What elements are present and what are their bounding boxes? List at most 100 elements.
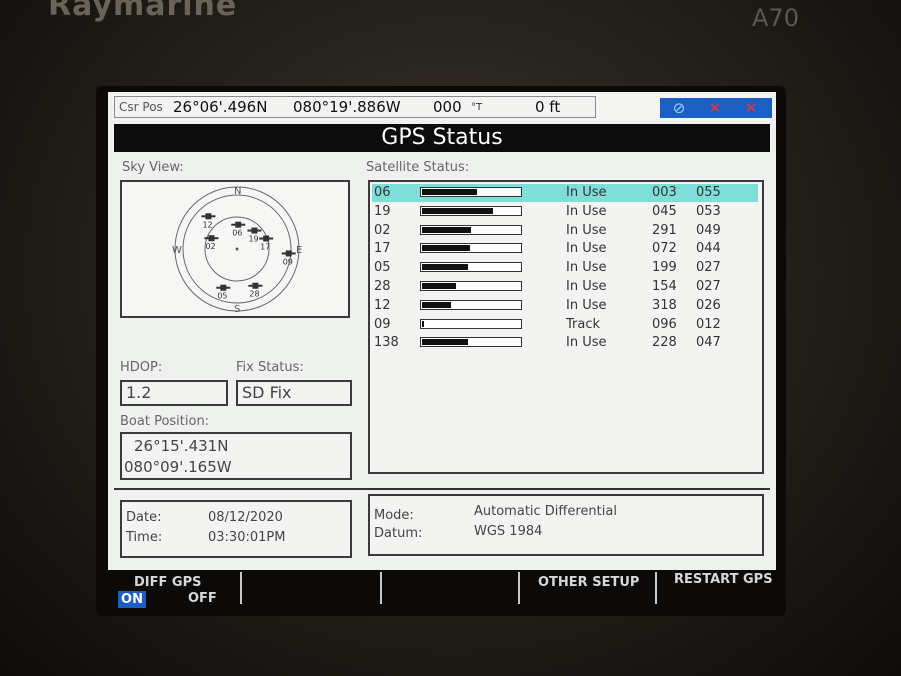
satellite-azimuth: 045 — [652, 203, 677, 219]
hdop-label: HDOP: — [120, 360, 163, 375]
softkey-separator — [518, 572, 520, 604]
sky-satellites: 12 06 1917 02 28 05 09 — [201, 213, 296, 301]
fix-status-label: Fix Status: — [236, 360, 304, 375]
signal-strength-fill — [422, 207, 493, 214]
sky-satellite: 28 — [248, 282, 263, 299]
satellite-status-table[interactable]: 06 In Use 003 055 19 In Use 045 053 02 In Use 291 0… — [368, 180, 764, 474]
satellite-prn: 12 — [374, 297, 391, 313]
date-label: Date: — [126, 510, 162, 525]
mode-label: Mode: — [374, 508, 414, 523]
sky-west: W — [172, 245, 182, 256]
satellite-elevation: 049 — [696, 222, 721, 238]
mode-value: Automatic Differential — [474, 504, 617, 519]
satellite-elevation: 012 — [696, 316, 721, 332]
brand-logo: Raymarine — [48, 0, 238, 23]
satellite-status: In Use — [566, 203, 607, 219]
softkey-separator — [655, 572, 657, 604]
sky-north: N — [234, 186, 241, 197]
satellite-prn: 138 — [374, 335, 399, 351]
signal-strength-fill — [422, 189, 477, 195]
satellite-azimuth: 199 — [652, 260, 677, 276]
cursor-depth: 0 ft — [535, 98, 561, 116]
signal-strength-fill — [422, 283, 456, 289]
satellite-row[interactable]: 02 In Use 291 049 — [372, 222, 758, 240]
diff-gps-on-option[interactable]: ON — [118, 591, 146, 608]
date-time-box: Date: 08/12/2020 Time: 03:30:01PM — [120, 500, 352, 558]
satellite-row[interactable]: 05 In Use 199 027 — [372, 259, 758, 277]
sky-satellite-label: 12 — [202, 220, 212, 229]
diff-gps-off-option[interactable]: OFF — [188, 591, 217, 606]
signal-strength-bar — [420, 299, 522, 310]
other-setup-softkey[interactable]: OTHER SETUP — [538, 575, 639, 590]
sky-satellite: 02 — [204, 235, 219, 251]
boat-longitude: 080°09'.165W — [124, 458, 232, 476]
datum-label: Datum: — [374, 526, 423, 541]
signal-strength-fill — [422, 301, 451, 308]
sky-satellite-label: 19 — [248, 235, 258, 244]
radar-off-icon: ✕ — [708, 99, 722, 117]
satellite-prn: 19 — [374, 203, 391, 219]
sky-satellite: 09 — [281, 250, 296, 266]
satellite-row[interactable]: 17 In Use 072 044 — [372, 240, 758, 258]
satellite-azimuth: 291 — [652, 222, 677, 238]
satellite-prn: 17 — [374, 241, 391, 257]
sky-view-plot: N S W E 12 06 1917 02 28 05 09 — [172, 186, 302, 315]
page-title: GPS Status — [114, 124, 770, 152]
cursor-position-box: Csr Pos 26°06'.496N 080°19'.886W 000 °T … — [114, 96, 596, 118]
signal-strength-bar — [420, 281, 522, 291]
satellite-row[interactable]: 12 In Use 318 026 — [372, 297, 758, 315]
satellite-status: Track — [566, 316, 601, 332]
satellite-elevation: 027 — [696, 260, 721, 276]
satellite-row[interactable]: 09 Track 096 012 — [372, 316, 758, 334]
softkey-separator — [380, 572, 382, 604]
diff-gps-softkey[interactable]: DIFF GPS — [134, 575, 201, 590]
cursor-heading-unit: °T — [471, 102, 483, 113]
satellite-status: In Use — [566, 222, 607, 238]
satellite-row[interactable]: 06 In Use 003 055 — [372, 184, 758, 202]
sky-center — [235, 247, 239, 251]
satellite-row[interactable]: 19 In Use 045 053 — [372, 203, 758, 221]
satellite-status: In Use — [566, 279, 607, 294]
fix-status-value: SD Fix — [236, 380, 352, 406]
cursor-latitude: 26°06'.496N — [173, 98, 268, 116]
time-value: 03:30:01PM — [208, 530, 286, 545]
satellite-elevation: 027 — [696, 279, 721, 294]
satellite-row[interactable]: 138 In Use 228 047 — [372, 334, 758, 352]
sky-view: N S W E 12 06 19 17 02 28 05 09 — [120, 180, 350, 318]
satellite-status: In Use — [566, 185, 607, 200]
satellite-elevation: 053 — [696, 203, 721, 219]
status-icons: ⊘ ✕ ✕ — [660, 98, 772, 118]
cursor-longitude: 080°19'.886W — [293, 98, 401, 116]
signal-strength-fill — [422, 245, 470, 252]
sky-satellite-label: 17 — [260, 243, 270, 252]
signal-strength-fill — [422, 320, 424, 327]
signal-strength-fill — [422, 264, 468, 271]
sky-satellite-label: 05 — [217, 292, 227, 301]
satellite-row[interactable]: 28 In Use 154 027 — [372, 278, 758, 296]
date-value: 08/12/2020 — [208, 510, 283, 525]
satellite-azimuth: 318 — [652, 297, 677, 313]
gps-icon: ⊘ — [672, 99, 686, 117]
datum-value: WGS 1984 — [474, 524, 543, 539]
signal-strength-bar — [420, 318, 522, 329]
satellite-azimuth: 096 — [652, 316, 677, 332]
satellite-status: In Use — [566, 260, 607, 276]
cursor-status-bar: Csr Pos 26°06'.496N 080°19'.886W 000 °T … — [112, 94, 772, 120]
satellite-azimuth: 154 — [652, 279, 677, 294]
sky-east: E — [296, 245, 302, 256]
restart-gps-softkey[interactable]: RESTART GPS — [674, 572, 773, 587]
ais-off-icon: ✕ — [744, 99, 758, 117]
satellite-azimuth: 228 — [652, 335, 677, 351]
sky-satellite-label: 02 — [205, 242, 215, 251]
satellite-prn: 05 — [374, 260, 391, 276]
sky-satellite: 19 — [247, 227, 262, 244]
model-label: A70 — [752, 4, 799, 32]
softkey-separator — [240, 572, 242, 604]
signal-strength-bar — [420, 337, 522, 348]
satellite-status: In Use — [566, 335, 607, 351]
section-divider — [114, 488, 770, 490]
signal-strength-bar — [420, 262, 522, 273]
hdop-value: 1.2 — [120, 380, 228, 406]
satellite-prn: 09 — [374, 316, 391, 332]
signal-strength-bar — [420, 243, 522, 254]
